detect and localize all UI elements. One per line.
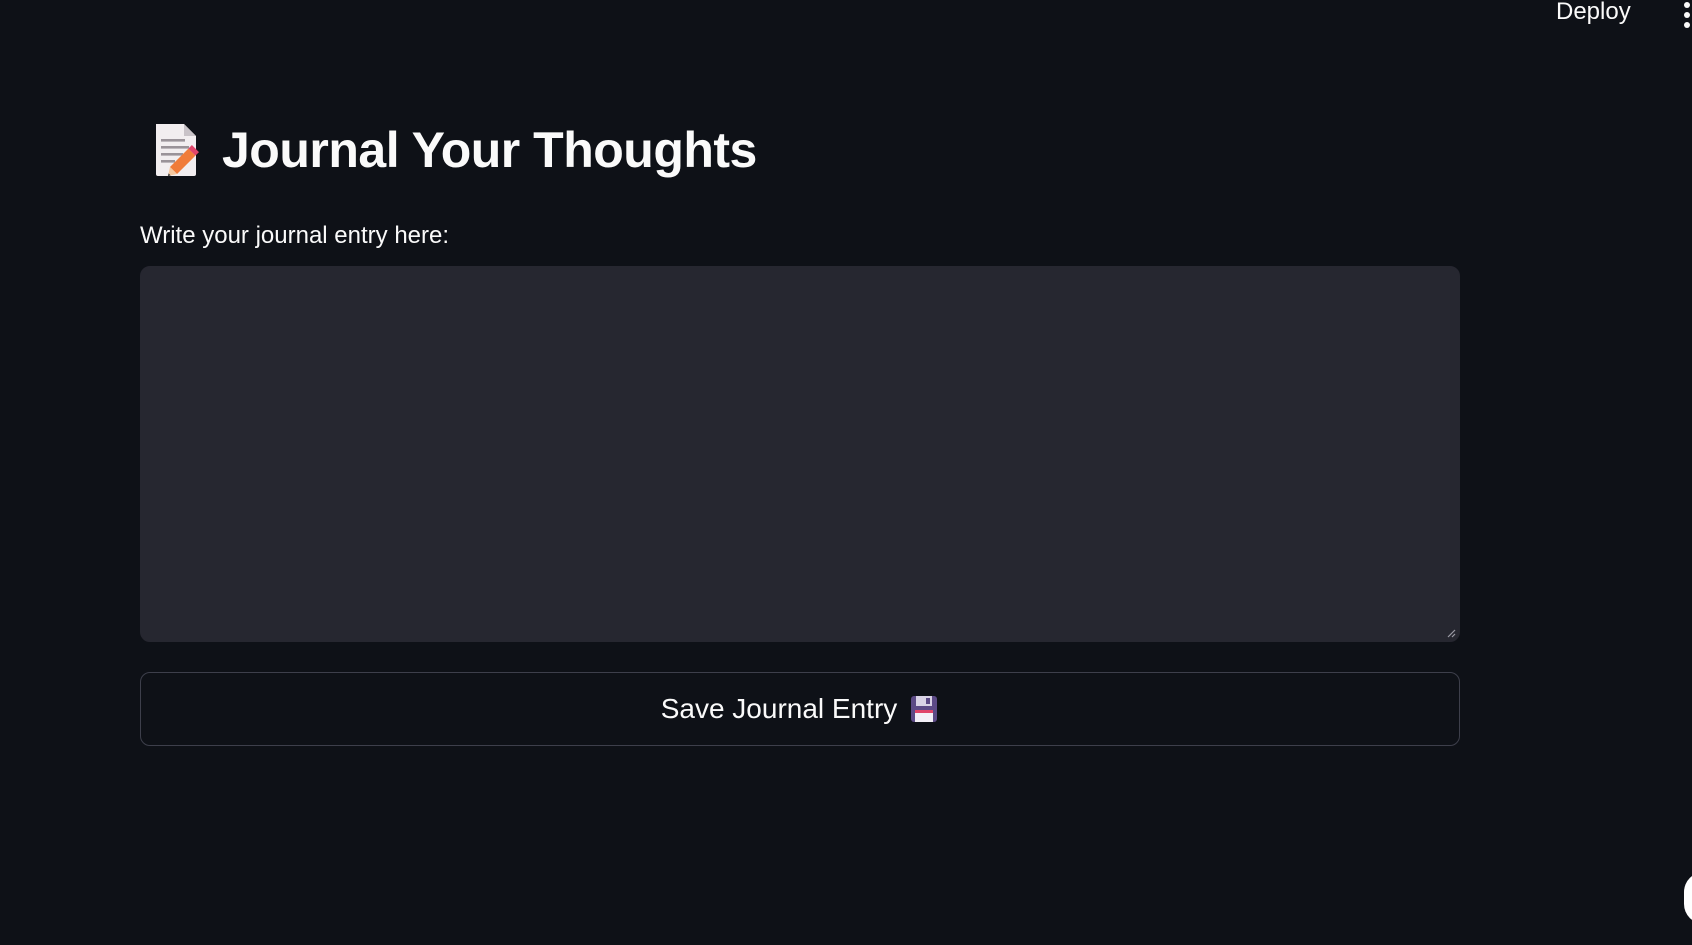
vertical-ellipsis-icon-dot — [1684, 12, 1690, 18]
vertical-ellipsis-icon — [1684, 2, 1690, 8]
journal-entry-textarea[interactable] — [140, 266, 1460, 642]
app-page: Deploy Journal Your Thoughts Write your … — [0, 0, 1692, 945]
deploy-button[interactable]: Deploy — [1556, 0, 1631, 26]
floppy-disk-icon — [911, 696, 938, 722]
main-content: Journal Your Thoughts Write your journal… — [140, 110, 1460, 746]
page-title: Journal Your Thoughts — [222, 122, 757, 178]
main-menu-button[interactable] — [1682, 0, 1692, 28]
resize-handle-icon[interactable] — [1446, 628, 1456, 638]
save-journal-entry-button[interactable]: Save Journal Entry — [140, 672, 1460, 746]
floating-status-widget[interactable] — [1684, 872, 1692, 924]
save-button-label: Save Journal Entry — [660, 693, 898, 724]
journal-entry-field-wrapper — [140, 266, 1460, 642]
journal-entry-label: Write your journal entry here: — [140, 222, 450, 249]
memo-icon — [156, 124, 199, 177]
page-header: Journal Your Thoughts — [140, 110, 1460, 190]
vertical-ellipsis-icon-dot — [1684, 22, 1690, 28]
